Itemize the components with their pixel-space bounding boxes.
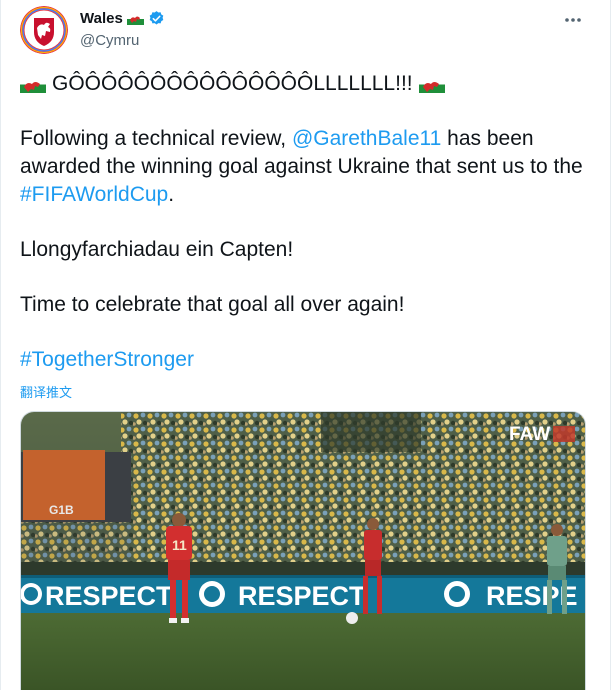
faw-crest-icon (20, 6, 68, 54)
display-name[interactable]: Wales (80, 10, 123, 27)
avatar[interactable] (20, 6, 68, 54)
goal-text: GÔÔÔÔÔÔÔÔÔÔÔÔÔÔÔLLLLLLL!!! (52, 72, 413, 95)
stadium-photo: G1B RESPECT RESPECT RESPE 11 FAW (21, 412, 585, 690)
wales-flag-icon (418, 75, 445, 93)
hashtag-togetherstronger-link[interactable]: #TogetherStronger (20, 348, 194, 371)
watermark-text: FAW (509, 424, 550, 445)
football (346, 612, 358, 624)
more-dots-icon (565, 18, 581, 22)
tweet-line-goal: GÔÔÔÔÔÔÔÔÔÔÔÔÔÔÔLLLLLLL!!! (20, 70, 590, 98)
more-icon[interactable] (564, 10, 582, 28)
stand-sign-text: G1B (49, 503, 74, 517)
tweet-media-image[interactable]: G1B RESPECT RESPECT RESPE 11 FAW (20, 411, 586, 690)
mention-link[interactable]: @GarethBale11 (292, 127, 441, 150)
wales-flag-icon (20, 75, 46, 93)
player-number: 11 (172, 537, 187, 553)
translate-tweet-link[interactable]: 翻译推文 (20, 382, 72, 401)
hashtag-fifaworldcup-link[interactable]: #FIFAWorldCup (20, 183, 168, 206)
ad-board-text: RESPECT (238, 581, 366, 611)
ad-board-text: RESPECT (45, 581, 173, 611)
tweet-paragraph-celebrate: Time to celebrate that goal all over aga… (20, 293, 405, 316)
account-handle[interactable]: @Cymru (80, 32, 139, 49)
tweet-paragraph-congrats: Llongyfarchiadau ein Capten! (20, 238, 294, 261)
tweet-card: Wales @Cymru GÔÔÔÔÔÔÔÔÔÔÔÔÔÔÔLLLLLLL!!! (0, 0, 611, 690)
account-name-row: Wales (80, 10, 165, 27)
review-text-start: Following a technical review, (20, 127, 292, 150)
review-text-end: . (168, 183, 175, 206)
tweet-paragraph-hashtag: #TogetherStronger (20, 346, 590, 374)
watermark-badge (553, 426, 575, 442)
tweet-paragraph-review: Following a technical review, @GarethBal… (20, 125, 590, 209)
wales-flag-icon (126, 12, 144, 25)
verified-badge-icon (149, 11, 164, 25)
tweet-text: GÔÔÔÔÔÔÔÔÔÔÔÔÔÔÔLLLLLLL!!! Following a t… (20, 70, 590, 401)
